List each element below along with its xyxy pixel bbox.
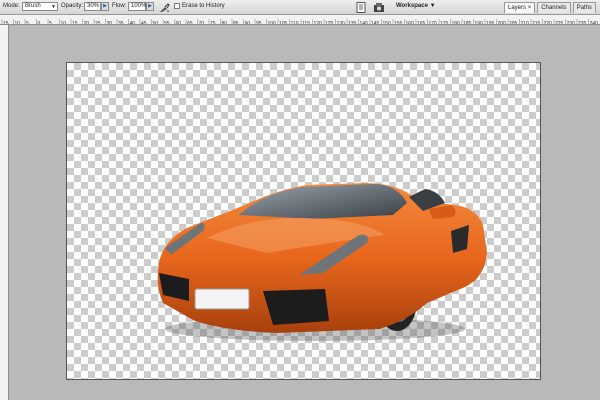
- ruler-label: 40: [130, 21, 136, 25]
- ruler-label: 0: [38, 21, 41, 25]
- flow-slider-button[interactable]: ▶: [146, 2, 154, 11]
- ruler-label: 100: [268, 21, 277, 25]
- mode-select[interactable]: Brush ▼: [22, 2, 58, 11]
- car-image: [157, 183, 487, 341]
- ruler-label: 135: [348, 21, 357, 25]
- opacity-value: 30%: [87, 3, 100, 9]
- erase-to-history-label: Erase to History: [182, 3, 225, 9]
- ruler-label: 50: [153, 21, 159, 25]
- ruler-label: 55: [164, 21, 170, 25]
- ruler-label: 45: [141, 21, 147, 25]
- ruler-label: 240: [590, 21, 599, 25]
- tab-layers[interactable]: Layers ×: [504, 2, 536, 13]
- ruler-label: 215: [532, 21, 541, 25]
- document-icon[interactable]: [355, 1, 367, 13]
- ruler-label: 190: [475, 21, 484, 25]
- document-canvas[interactable]: [66, 62, 541, 380]
- mode-value: Brush: [25, 3, 41, 9]
- opacity-label: Opacity:: [61, 3, 84, 9]
- ruler-label: 200: [498, 21, 507, 25]
- ruler-label: 155: [394, 21, 403, 25]
- ruler-label: 105: [279, 21, 288, 25]
- ruler-label: 75: [210, 21, 216, 25]
- ruler-label: 15: [72, 21, 78, 25]
- ruler-label: 90: [245, 21, 251, 25]
- ruler-label: 60: [176, 21, 182, 25]
- ruler-label: 210: [521, 21, 530, 25]
- tab-channels[interactable]: Channels: [537, 2, 571, 13]
- options-bar: Mode: Brush ▼ Opacity: 30% ▶ Flow: 100% …: [0, 0, 600, 15]
- tab-paths-label: Paths: [576, 5, 592, 11]
- ruler-label: 30: [107, 21, 113, 25]
- ruler-label: 175: [440, 21, 449, 25]
- ruler-label: 140: [360, 21, 369, 25]
- ruler-label: 85: [233, 21, 239, 25]
- ruler-label: 110: [291, 21, 299, 25]
- ruler-label: 160: [406, 21, 415, 25]
- workspace-label: Workspace: [396, 3, 428, 9]
- ruler-label: 205: [509, 21, 518, 25]
- ruler-label: 145: [371, 21, 380, 25]
- tab-channels-label: Channels: [541, 5, 567, 11]
- tab-paths[interactable]: Paths: [572, 2, 596, 13]
- ruler-label: 65: [187, 21, 193, 25]
- ruler-label: 235: [578, 21, 587, 25]
- mode-label: Mode:: [3, 3, 20, 9]
- flow-input[interactable]: 100%: [128, 2, 146, 11]
- workspace-chevron-icon: ▼: [429, 3, 436, 9]
- ruler-label: 120: [314, 21, 323, 25]
- horizontal-ruler: 15 10 5 0 5 10 15 20 25 30 35 40 45 50 55 60 65 70 75 80 85 9…: [0, 15, 600, 25]
- ruler-ticks: 15 10 5 0 5 10 15 20 25 30 35 40 45 50 55 60 65 70 75 80 85 9…: [1, 19, 599, 25]
- ruler-label: 35: [118, 21, 124, 25]
- opacity-input[interactable]: 30%: [84, 2, 101, 11]
- ruler-label: 115: [302, 21, 310, 25]
- vertical-ruler: [0, 25, 9, 400]
- erase-to-history-checkbox[interactable]: [174, 3, 180, 9]
- ruler-label: 170: [429, 21, 438, 25]
- workspace-menu[interactable]: Workspace ▼: [396, 3, 436, 9]
- close-icon[interactable]: ×: [528, 5, 532, 11]
- ruler-label: 165: [417, 21, 426, 25]
- ruler-label: 5: [49, 21, 52, 25]
- ruler-label: 220: [544, 21, 553, 25]
- ruler-label: 80: [222, 21, 228, 25]
- ruler-label: 10: [15, 21, 21, 25]
- ruler-label: 70: [199, 21, 205, 25]
- ruler-label: 25: [95, 21, 101, 25]
- flow-label: Flow:: [112, 3, 127, 9]
- opacity-slider-button[interactable]: ▶: [101, 2, 109, 11]
- ruler-label: 150: [383, 21, 392, 25]
- ruler-label: 10: [61, 21, 67, 25]
- chevron-down-icon: ▼: [51, 4, 56, 10]
- panel-tabs: Layers × Channels Paths: [504, 2, 596, 14]
- tab-layers-label: Layers: [508, 5, 527, 11]
- ruler-label: 125: [325, 21, 334, 25]
- flow-value: 100%: [131, 3, 147, 9]
- ruler-label: 20: [84, 21, 90, 25]
- palette-icon[interactable]: [373, 1, 385, 13]
- ruler-label: 225: [555, 21, 564, 25]
- ruler-label: 180: [452, 21, 461, 25]
- airbrush-icon[interactable]: [158, 1, 170, 13]
- ruler-label: 95: [256, 21, 262, 25]
- ruler-label: 195: [486, 21, 495, 25]
- ruler-label: 185: [463, 21, 472, 25]
- ruler-label: 130: [337, 21, 346, 25]
- ruler-label: 5: [26, 21, 29, 25]
- ruler-label: 230: [567, 21, 576, 25]
